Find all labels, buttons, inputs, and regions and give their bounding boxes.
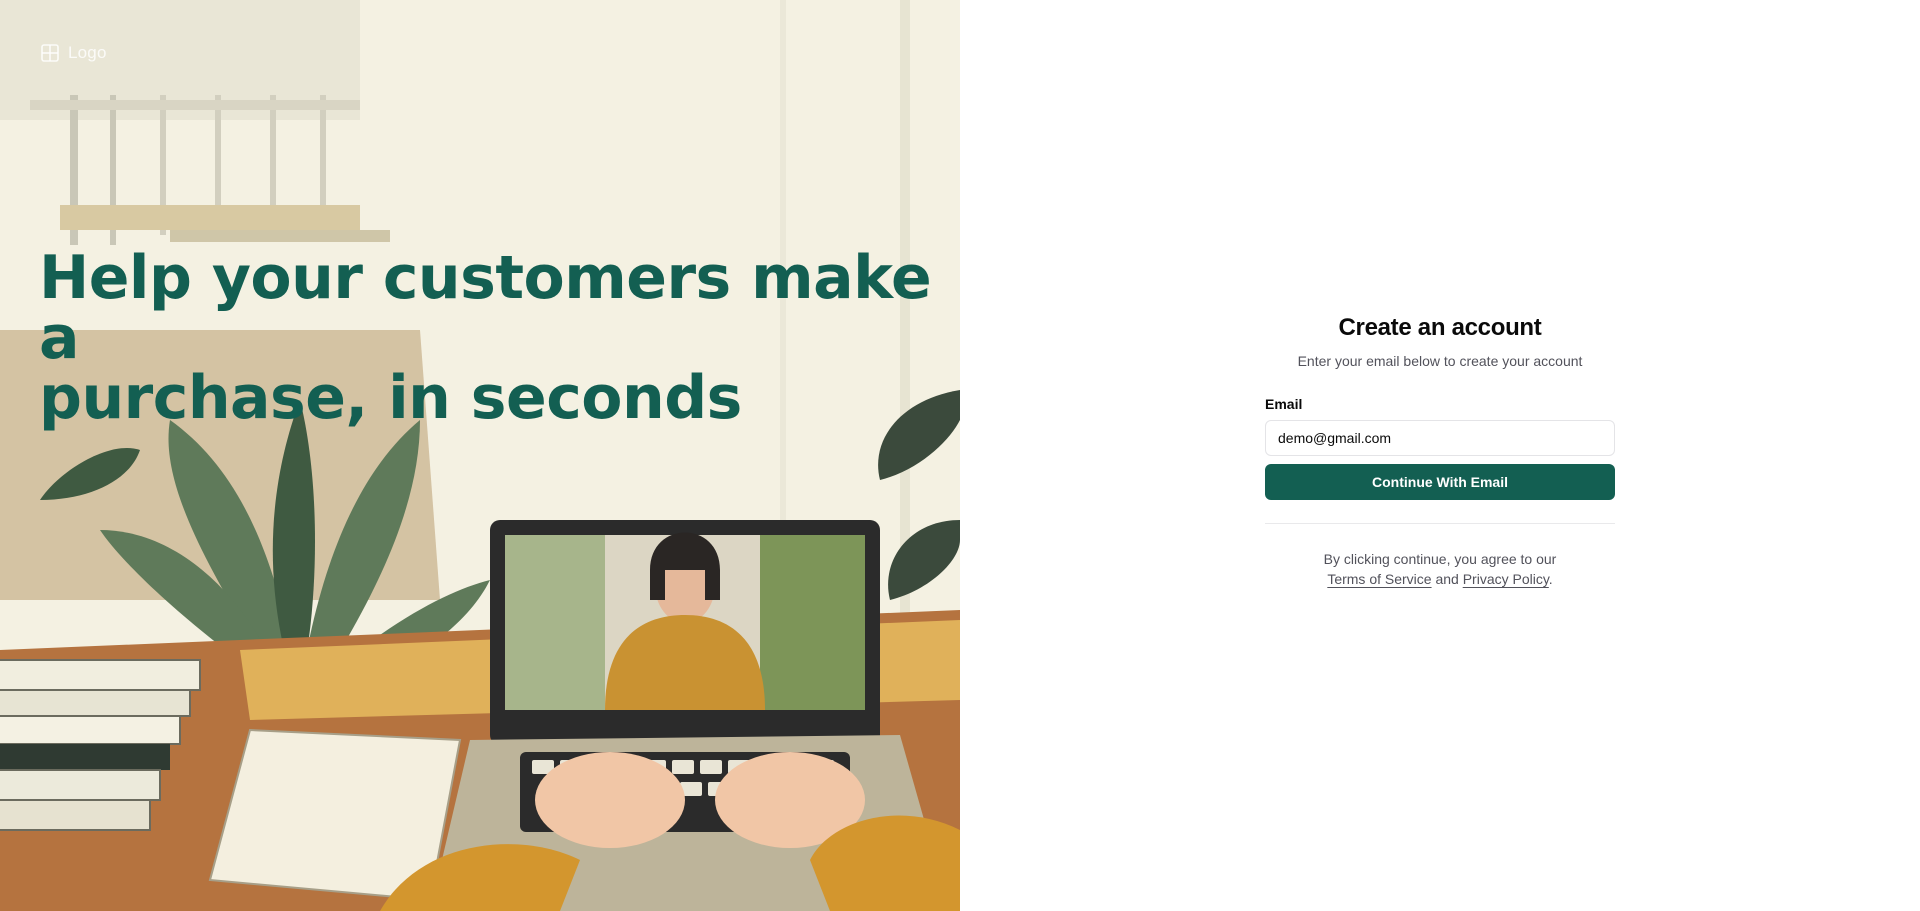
legal-notice: By clicking continue, you agree to our T… — [1265, 549, 1615, 589]
legal-prefix: By clicking continue, you agree to our — [1323, 551, 1557, 567]
continue-with-email-button[interactable]: Continue With Email — [1265, 464, 1615, 500]
grid-logo-icon — [41, 44, 59, 62]
hero-illustration — [0, 0, 960, 911]
hero-panel: Logo Help your customers make a purchase… — [0, 0, 960, 911]
privacy-policy-link[interactable]: Privacy Policy — [1463, 571, 1549, 587]
email-input[interactable] — [1265, 420, 1615, 456]
email-label: Email — [1265, 396, 1303, 412]
hero-headline: Help your customers make a purchase, in … — [39, 248, 939, 428]
form-title: Create an account — [1338, 314, 1542, 341]
legal-suffix: . — [1548, 571, 1553, 587]
form-divider — [1265, 523, 1615, 524]
form-subtitle: Enter your email below to create your ac… — [1297, 353, 1583, 369]
legal-and: and — [1435, 571, 1459, 587]
hero-headline-line2: purchase, in seconds — [39, 363, 742, 433]
brand-logo-text: Logo — [68, 43, 107, 62]
signup-form: Create an account Enter your email below… — [1265, 314, 1615, 589]
terms-of-service-link[interactable]: Terms of Service — [1327, 571, 1431, 587]
brand-logo[interactable]: Logo — [40, 43, 107, 63]
hero-headline-line1: Help your customers make a — [39, 243, 932, 373]
